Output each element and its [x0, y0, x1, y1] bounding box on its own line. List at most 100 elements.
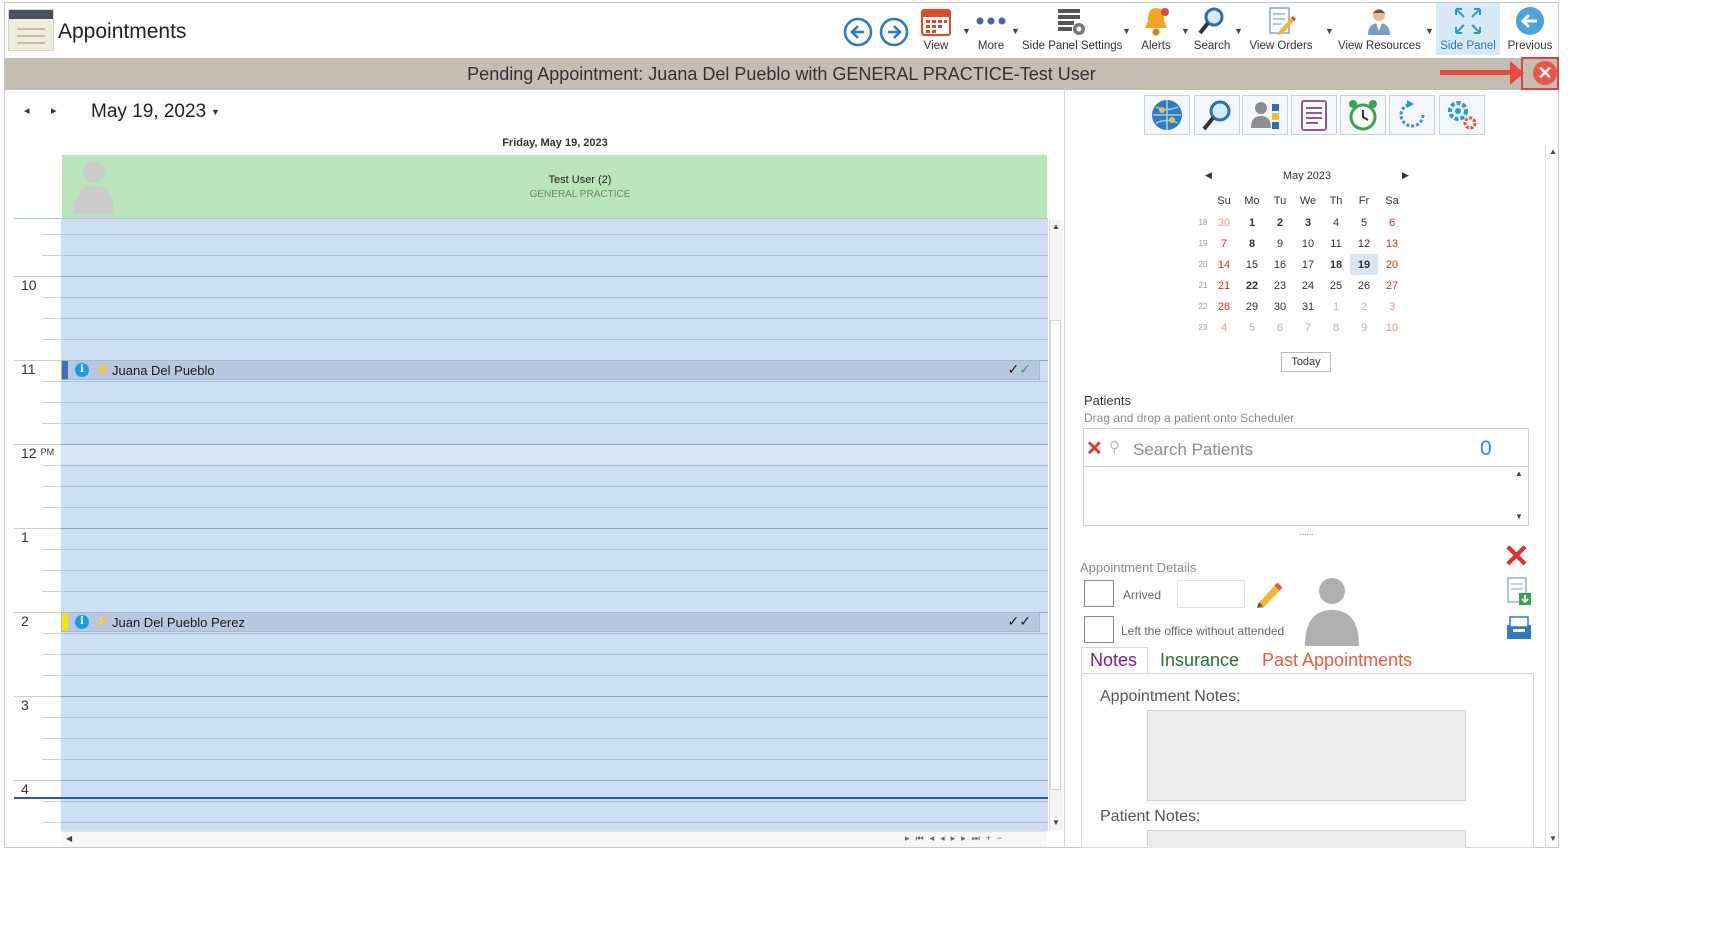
calendar-day[interactable]: 18: [1322, 254, 1350, 275]
arrived-time-input[interactable]: [1177, 580, 1245, 608]
export-document-button[interactable]: [1506, 576, 1532, 611]
calendar-day[interactable]: 30: [1210, 212, 1238, 233]
date-dropdown-caret[interactable]: ▼: [211, 107, 220, 117]
view-orders-button[interactable]: View Orders: [1246, 4, 1316, 52]
calendar-day[interactable]: 4: [1322, 212, 1350, 233]
tab-past-appointments[interactable]: Past Appointments: [1262, 650, 1412, 671]
calendar-day[interactable]: 8: [1322, 317, 1350, 338]
view-orders-caret[interactable]: ▼: [1325, 26, 1334, 36]
calendar-day[interactable]: 10: [1294, 233, 1322, 254]
info-icon[interactable]: i: [75, 615, 89, 629]
calendar-day[interactable]: 16: [1266, 254, 1294, 275]
calendar-day[interactable]: 7: [1210, 233, 1238, 254]
resource-navigator[interactable]: ▸⏮◂◂▸▸⏭+−: [905, 833, 1008, 844]
calendar-next-month[interactable]: ▶: [1402, 170, 1409, 181]
refresh-button[interactable]: [1389, 95, 1435, 135]
scroll-down-arrow[interactable]: ▼: [1052, 818, 1060, 827]
calendar-day[interactable]: 24: [1294, 275, 1322, 296]
globe-button[interactable]: [1144, 95, 1190, 135]
calendar-day[interactable]: 9: [1266, 233, 1294, 254]
scroll-up-arrow[interactable]: ▲: [1052, 222, 1060, 231]
calendar-month-label[interactable]: May 2023: [1280, 170, 1334, 182]
scheduler-date-title[interactable]: May 19, 2023: [91, 101, 206, 123]
appointment-notes-textarea[interactable]: [1147, 710, 1466, 801]
calendar-day[interactable]: 25: [1322, 275, 1350, 296]
left-office-checkbox[interactable]: [1084, 616, 1114, 643]
calendar-day[interactable]: 8: [1238, 233, 1266, 254]
calendar-day[interactable]: 5: [1350, 212, 1378, 233]
side-panel-button[interactable]: Side Panel: [1436, 3, 1500, 55]
calendar-day[interactable]: 29: [1238, 296, 1266, 317]
search-button[interactable]: Search: [1190, 4, 1234, 52]
magnifier-button[interactable]: [1194, 95, 1240, 135]
back-arrow-button[interactable]: [843, 17, 873, 52]
calendar-day[interactable]: 19: [1350, 254, 1378, 275]
scheduler-horizontal-scrollbar[interactable]: [62, 831, 1047, 847]
arrived-checkbox[interactable]: [1084, 580, 1114, 607]
calendar-day[interactable]: 2: [1350, 296, 1378, 317]
calendar-day[interactable]: 14: [1210, 254, 1238, 275]
calendar-day[interactable]: 7: [1294, 317, 1322, 338]
calendar-day[interactable]: 6: [1266, 317, 1294, 338]
calendar-day[interactable]: 21: [1210, 275, 1238, 296]
more-dropdown-caret[interactable]: ▼: [1011, 26, 1020, 36]
alerts-button[interactable]: Alerts: [1136, 4, 1176, 52]
calendar-day[interactable]: 5: [1238, 317, 1266, 338]
tab-insurance[interactable]: Insurance: [1160, 650, 1239, 671]
calendar-day[interactable]: 17: [1294, 254, 1322, 275]
forward-arrow-button[interactable]: [879, 17, 909, 52]
calendar-day[interactable]: 9: [1350, 317, 1378, 338]
calendar-day[interactable]: 4: [1210, 317, 1238, 338]
calendar-day[interactable]: 28: [1210, 296, 1238, 317]
view-resources-caret[interactable]: ▼: [1425, 26, 1434, 36]
time-slot-grid[interactable]: [61, 219, 1048, 831]
panel-splitter[interactable]: ······: [1299, 529, 1314, 540]
calendar-day[interactable]: 11: [1322, 233, 1350, 254]
calendar-day[interactable]: 26: [1350, 275, 1378, 296]
calendar-day[interactable]: 2: [1266, 212, 1294, 233]
calendar-day[interactable]: 20: [1378, 254, 1406, 275]
calendar-day[interactable]: 13: [1378, 233, 1406, 254]
patient-notes-textarea[interactable]: [1147, 830, 1466, 848]
side-panel-settings-caret[interactable]: ▼: [1122, 26, 1131, 36]
clear-search-icon[interactable]: ✕: [1086, 436, 1103, 461]
info-icon[interactable]: i: [75, 363, 89, 377]
scheduler-scroll-thumb[interactable]: [1050, 320, 1061, 790]
calendar-day[interactable]: 6: [1378, 212, 1406, 233]
calendar-day[interactable]: 23: [1266, 275, 1294, 296]
alerts-dropdown-caret[interactable]: ▼: [1181, 26, 1190, 36]
archive-button[interactable]: [1505, 615, 1533, 646]
close-pending-button[interactable]: ✕: [1533, 61, 1557, 85]
appointment-block[interactable]: i ⚡ Juan Del Pueblo Perez ✓✓: [61, 612, 1040, 632]
day-timeline[interactable]: 10 11 12 PM 1 2 3 4 i ⚡ Juana Del Pueblo ✓✓ i ⚡ Juan D…: [14, 218, 1048, 831]
contact-card-button[interactable]: [1242, 95, 1288, 135]
calendar-day[interactable]: 31: [1294, 296, 1322, 317]
side-panel-scrollbar[interactable]: ▲ ▼: [1545, 145, 1560, 848]
calendar-day[interactable]: 27: [1378, 275, 1406, 296]
alarm-clock-button[interactable]: [1340, 95, 1386, 135]
delete-appointment-button[interactable]: ✕: [1503, 540, 1530, 572]
appointment-block[interactable]: i ⚡ Juana Del Pueblo ✓✓: [61, 360, 1040, 380]
side-panel-settings-button[interactable]: Side Panel Settings: [1022, 4, 1122, 52]
calendar-day[interactable]: 3: [1378, 296, 1406, 317]
next-day-arrow[interactable]: ▸: [51, 104, 57, 117]
calendar-day[interactable]: 1: [1322, 296, 1350, 317]
scroll-left-arrow[interactable]: ◀: [66, 834, 72, 843]
patients-list-scrollbar[interactable]: ▲ ▼: [1512, 467, 1527, 525]
clipboard-button[interactable]: [1291, 95, 1337, 135]
calendar-day[interactable]: 22: [1238, 275, 1266, 296]
prev-day-arrow[interactable]: ◂: [24, 104, 30, 117]
search-dropdown-caret[interactable]: ▼: [1234, 26, 1243, 36]
calendar-day[interactable]: 15: [1238, 254, 1266, 275]
calendar-day[interactable]: 30: [1266, 296, 1294, 317]
view-resources-button[interactable]: View Resources: [1338, 4, 1421, 52]
edit-pencil-button[interactable]: [1254, 578, 1284, 613]
calendar-prev-month[interactable]: ◀: [1205, 170, 1212, 181]
gears-button[interactable]: [1439, 95, 1485, 135]
calendar-day[interactable]: 1: [1238, 212, 1266, 233]
previous-button[interactable]: Previous: [1506, 4, 1554, 52]
calendar-day[interactable]: 3: [1294, 212, 1322, 233]
calendar-day[interactable]: 12: [1350, 233, 1378, 254]
more-button[interactable]: More: [970, 4, 1012, 52]
today-button[interactable]: Today: [1281, 352, 1331, 372]
